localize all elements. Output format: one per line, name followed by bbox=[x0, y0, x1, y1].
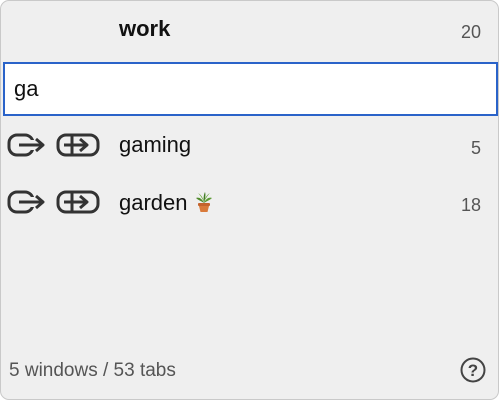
svg-text:?: ? bbox=[468, 361, 478, 380]
search-input[interactable] bbox=[5, 64, 484, 114]
result-label: garden bbox=[119, 189, 216, 216]
question-circle-icon[interactable]: ? bbox=[460, 357, 486, 383]
result-row-gaming[interactable]: gaming 5 bbox=[1, 119, 498, 169]
current-window-row[interactable]: work 20 bbox=[1, 1, 498, 59]
arrow-out-of-box-icon[interactable] bbox=[7, 190, 47, 214]
current-window-title: work bbox=[119, 16, 171, 41]
arrow-into-box-icon[interactable] bbox=[56, 190, 100, 214]
result-label: gaming bbox=[119, 132, 192, 157]
result-tab-count: 18 bbox=[460, 195, 481, 215]
arrow-out-of-box-icon[interactable] bbox=[7, 133, 47, 157]
potted-plant-icon bbox=[192, 189, 216, 213]
result-tab-count: 5 bbox=[470, 138, 481, 158]
search-box[interactable] bbox=[3, 62, 498, 116]
result-row-garden[interactable]: garden 18 bbox=[1, 176, 498, 226]
current-window-tab-count: 20 bbox=[460, 22, 481, 42]
windows-tabs-summary: 5 windows / 53 tabs bbox=[9, 360, 176, 381]
arrow-into-box-icon[interactable] bbox=[56, 133, 100, 157]
window-switcher-panel: work 20 gaming 5 bbox=[0, 0, 499, 400]
